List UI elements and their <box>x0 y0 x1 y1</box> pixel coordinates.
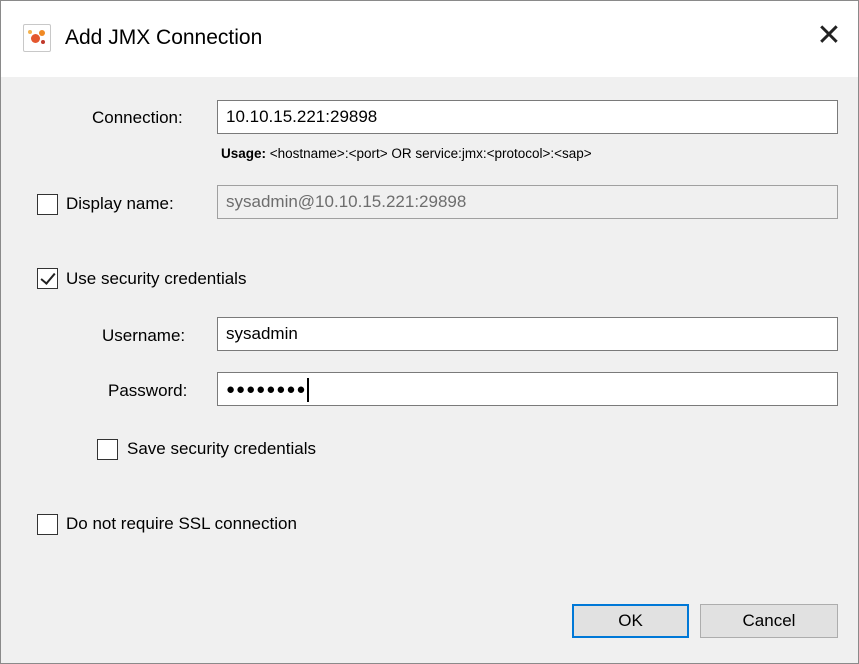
save-security-credentials-label: Save security credentials <box>127 439 316 458</box>
password-label: Password: <box>108 381 188 400</box>
connection-label: Connection: <box>92 108 183 127</box>
connection-input[interactable]: 10.10.15.221:29898 <box>217 100 838 134</box>
display-name-checkbox[interactable] <box>37 194 58 215</box>
display-name-input[interactable]: sysadmin@10.10.15.221:29898 <box>217 185 838 219</box>
username-label: Username: <box>102 326 186 345</box>
password-mask: ●●●●●●●● <box>226 381 307 398</box>
close-button[interactable]: ✕ <box>812 19 846 53</box>
cancel-button[interactable]: Cancel <box>700 604 838 638</box>
title-bar: Add JMX Connection ✕ <box>1 1 858 77</box>
add-jmx-connection-dialog: Add JMX Connection ✕ Connection: 10.10.1… <box>0 0 859 664</box>
usage-text: <hostname>:<port> OR service:jmx:<protoc… <box>266 146 592 161</box>
display-name-label: Display name: <box>66 194 174 213</box>
close-icon: ✕ <box>816 18 842 53</box>
save-security-credentials-checkbox[interactable] <box>97 439 118 460</box>
app-icon <box>23 24 51 52</box>
usage-bold-label: Usage: <box>221 146 267 161</box>
no-ssl-checkbox[interactable] <box>37 514 58 535</box>
connection-usage-hint: Usage: <hostname>:<port> OR service:jmx:… <box>221 146 592 161</box>
check-icon <box>40 269 56 285</box>
use-security-credentials-label: Use security credentials <box>66 269 247 288</box>
text-caret <box>307 377 310 402</box>
dialog-title: Add JMX Connection <box>65 26 263 49</box>
username-input[interactable]: sysadmin <box>217 317 838 351</box>
ok-button[interactable]: OK <box>572 604 689 638</box>
no-ssl-label: Do not require SSL connection <box>66 514 297 533</box>
password-input[interactable]: ●●●●●●●● <box>217 372 838 406</box>
use-security-credentials-checkbox[interactable] <box>37 268 58 289</box>
